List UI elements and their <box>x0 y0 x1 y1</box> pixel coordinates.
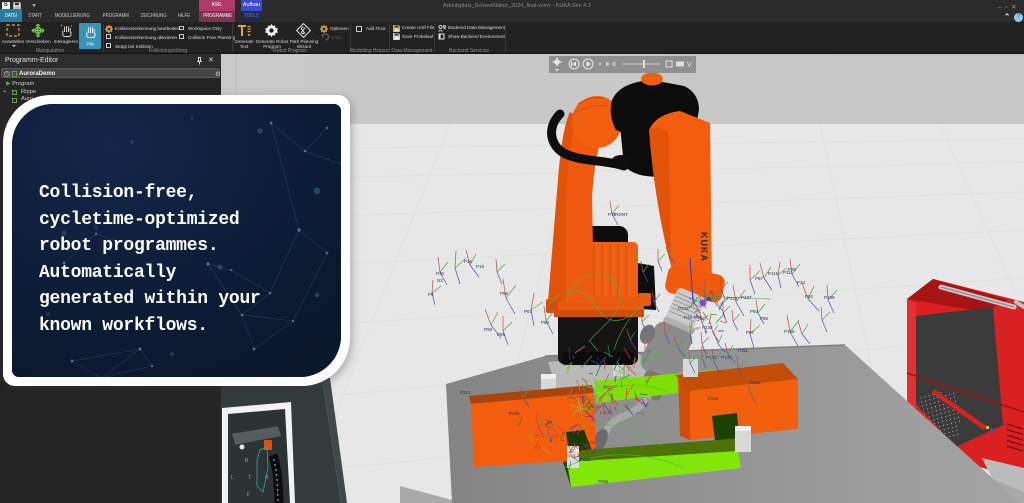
svg-text:P18: P18 <box>476 264 485 269</box>
svg-text:P239: P239 <box>702 325 713 330</box>
svg-text:P46: P46 <box>684 315 693 320</box>
svg-text:P35: P35 <box>788 267 797 272</box>
svg-text:P115: P115 <box>768 271 779 276</box>
svg-text:P155: P155 <box>784 329 795 334</box>
svg-text:P133: P133 <box>706 355 717 360</box>
svg-text:P192: P192 <box>509 411 520 416</box>
svg-text:P30: P30 <box>436 271 445 276</box>
svg-text:N3: N3 <box>437 278 443 283</box>
svg-text:KUKA: KUKA <box>699 232 709 262</box>
svg-text:V: V <box>687 62 692 69</box>
svg-text:T: T <box>248 475 251 481</box>
svg-text:P264: P264 <box>598 479 609 484</box>
svg-text:POINT: POINT <box>614 212 628 217</box>
svg-text:P243: P243 <box>678 306 689 311</box>
svg-text:P255: P255 <box>586 440 596 445</box>
svg-text:P60: P60 <box>500 291 509 296</box>
svg-text:P232: P232 <box>708 396 719 401</box>
svg-text:P109: P109 <box>824 295 835 300</box>
svg-text:P127: P127 <box>741 295 752 300</box>
svg-text:P85: P85 <box>760 316 769 321</box>
svg-text:P9: P9 <box>428 292 434 297</box>
svg-text:P241: P241 <box>600 410 610 415</box>
svg-text:P212: P212 <box>460 390 471 395</box>
svg-text:P92: P92 <box>694 315 703 320</box>
svg-text:P92: P92 <box>750 309 759 314</box>
svg-text:P263: P263 <box>566 453 576 458</box>
svg-text:P99: P99 <box>497 332 506 337</box>
svg-text:P67: P67 <box>524 309 533 314</box>
svg-text:P259: P259 <box>574 445 584 450</box>
svg-text:P98: P98 <box>484 327 493 332</box>
svg-text:P16: P16 <box>464 259 473 264</box>
svg-text:F: F <box>247 492 250 498</box>
svg-text:P245: P245 <box>590 404 600 409</box>
svg-text:P52: P52 <box>805 294 814 299</box>
svg-text:P87: P87 <box>755 276 764 281</box>
svg-text:P251: P251 <box>750 380 761 385</box>
svg-text:P66: P66 <box>541 320 550 325</box>
svg-text:P123: P123 <box>727 296 738 301</box>
svg-text:P33: P33 <box>797 280 806 285</box>
svg-text:P137: P137 <box>721 355 732 360</box>
svg-text:P111: P111 <box>738 348 748 353</box>
svg-text:L: L <box>231 475 234 481</box>
svg-text:P97: P97 <box>746 330 755 335</box>
svg-text:P253: P253 <box>580 457 591 462</box>
